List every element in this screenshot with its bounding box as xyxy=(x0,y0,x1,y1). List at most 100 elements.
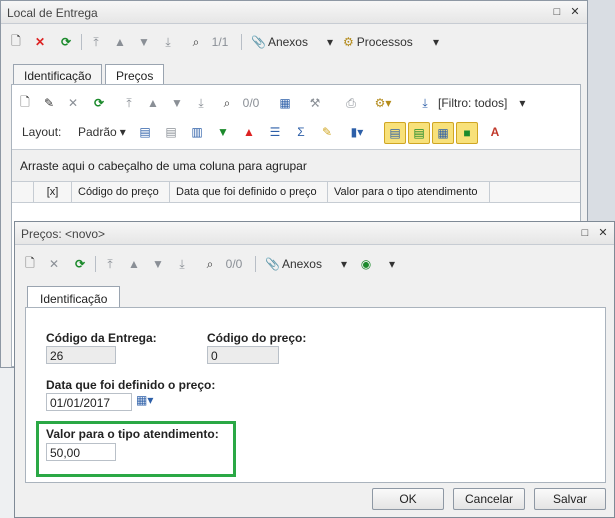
attachments-label: Anexos xyxy=(281,257,322,271)
chevron-down-icon[interactable]: ▾ xyxy=(427,32,445,52)
columns-icon[interactable]: ▥ xyxy=(188,122,206,142)
first-icon[interactable]: ⤒ xyxy=(101,254,119,274)
data-definido-field[interactable]: 01/01/2017 xyxy=(46,393,132,411)
filter-icon[interactable]: ⤓ xyxy=(416,93,434,113)
save-layout-icon[interactable]: ▤ xyxy=(136,122,154,142)
delete-layout-icon[interactable]: ▤ xyxy=(162,122,180,142)
highlight-icon[interactable]: ✎ xyxy=(318,122,336,142)
codigo-entrega-label: Código da Entrega: xyxy=(46,331,157,345)
layout-dropdown[interactable]: Padrão ▾ xyxy=(78,122,126,142)
export-icon[interactable]: ▼ xyxy=(214,122,232,142)
group-panel: Arraste aqui o cabeçalho de uma coluna p… xyxy=(12,149,580,182)
tab-identificacao[interactable]: Identificação xyxy=(13,64,103,86)
delete-icon[interactable]: ✕ xyxy=(64,93,82,113)
print-icon[interactable]: ⎙ xyxy=(342,93,360,113)
row-indicator-header xyxy=(12,182,34,202)
view-yellow-icon[interactable]: ▦ xyxy=(432,122,454,144)
tab-precos[interactable]: Preços xyxy=(105,64,165,86)
window-title: Local de Entrega xyxy=(7,6,98,20)
tab-label: Identificação xyxy=(24,69,92,83)
close-icon[interactable]: ✕ xyxy=(568,5,582,19)
ok-label: OK xyxy=(399,492,417,506)
processes-label: Processos xyxy=(356,35,413,49)
next-icon[interactable]: ▼ xyxy=(168,93,186,113)
import-icon[interactable]: ▲ xyxy=(240,122,258,142)
restore-icon[interactable]: □ xyxy=(578,226,592,240)
column-header[interactable]: [x] xyxy=(34,182,72,202)
binoculars-icon[interactable]: ⌕ xyxy=(187,32,205,52)
column-header[interactable]: Data que foi definido o preço xyxy=(170,182,328,202)
chart-icon[interactable]: ▮▾ xyxy=(348,122,366,142)
process-icon[interactable]: ⚙▾ xyxy=(374,93,392,113)
refresh-icon[interactable]: ⟳ xyxy=(57,32,75,52)
tools-icon[interactable]: ⚒ xyxy=(306,93,324,113)
next-icon[interactable]: ▼ xyxy=(149,254,167,274)
separator xyxy=(81,34,82,50)
first-icon[interactable]: ⤒ xyxy=(87,32,105,52)
record-position: 1/1 xyxy=(211,35,229,49)
cancel-label: Cancelar xyxy=(464,492,514,506)
edit-icon[interactable]: ✎ xyxy=(40,93,58,113)
column-header[interactable]: Valor para o tipo atendimento xyxy=(328,182,490,202)
refresh-icon[interactable]: ⟳ xyxy=(71,254,89,274)
prev-icon[interactable]: ▲ xyxy=(111,32,129,52)
main-toolbar: 🗋 ✕ ⟳ ⤒ ▲ ▼ ⤓ ⌕ 1/1 📎 Anexos ▾ ⚙ Process… xyxy=(1,28,587,56)
binoculars-icon[interactable]: ⌕ xyxy=(218,93,236,113)
refresh-icon[interactable]: ⟳ xyxy=(90,93,108,113)
codigo-preco-field[interactable]: 0 xyxy=(207,346,279,364)
layout-toolbar: Layout: Padrão ▾ ▤ ▤ ▥ ▼ ▲ ☰ Σ ✎ ▮▾ ▤ ▤ … xyxy=(12,118,580,146)
new-icon[interactable]: 🗋 xyxy=(21,254,39,274)
record-position: 0/0 xyxy=(225,257,243,271)
cancel-button[interactable]: Cancelar xyxy=(453,488,525,510)
calendar-icon[interactable]: ▦▾ xyxy=(136,393,164,411)
dialog-title: Preços: <novo> xyxy=(21,227,106,241)
first-icon[interactable]: ⤒ xyxy=(120,93,138,113)
last-icon[interactable]: ⤓ xyxy=(159,32,177,52)
chevron-down-icon[interactable]: ▾ xyxy=(321,32,339,52)
paperclip-icon: 📎 xyxy=(265,257,280,271)
separator xyxy=(95,256,96,272)
group-icon[interactable]: ☰ xyxy=(266,122,284,142)
globe-icon[interactable]: ◉ xyxy=(357,254,375,274)
paperclip-icon: 📎 xyxy=(251,35,266,49)
layout-label: Layout: xyxy=(22,125,62,139)
delete-icon[interactable]: ✕ xyxy=(45,254,63,274)
view-green-icon[interactable]: ▤ xyxy=(408,122,430,144)
restore-icon[interactable]: □ xyxy=(550,5,564,19)
chevron-down-icon[interactable]: ▾ xyxy=(335,254,353,274)
ok-button[interactable]: OK xyxy=(372,488,444,510)
next-icon[interactable]: ▼ xyxy=(135,32,153,52)
new-icon[interactable]: 🗋 xyxy=(16,93,34,113)
precos-dialog: Preços: <novo> □ ✕ 🗋 ✕ ⟳ ⤒ ▲ ▼ ⤓ ⌕ 0/0 📎… xyxy=(14,221,615,518)
last-icon[interactable]: ⤓ xyxy=(173,254,191,274)
new-icon[interactable]: 🗋 xyxy=(7,32,25,52)
codigo-preco-label: Código do preço: xyxy=(207,331,307,345)
highlight-box xyxy=(36,421,236,477)
sum-icon[interactable]: Σ xyxy=(292,122,310,142)
save-button[interactable]: Salvar xyxy=(534,488,606,510)
codigo-entrega-field[interactable]: 26 xyxy=(46,346,116,364)
delete-icon[interactable]: ✕ xyxy=(31,32,49,52)
attachments-button[interactable]: 📎 Anexos xyxy=(265,254,322,274)
close-icon[interactable]: ✕ xyxy=(596,226,610,240)
separator xyxy=(241,34,242,50)
data-definido-label: Data que foi definido o preço: xyxy=(46,378,216,392)
processes-button[interactable]: ⚙ Processos xyxy=(343,32,413,52)
chevron-down-icon: ▾ xyxy=(119,125,126,139)
view-normal-icon[interactable]: ▤ xyxy=(384,122,406,144)
last-icon[interactable]: ⤓ xyxy=(192,93,210,113)
group-hint: Arraste aqui o cabeçalho de uma coluna p… xyxy=(20,159,307,173)
binoculars-icon[interactable]: ⌕ xyxy=(201,254,219,274)
view-filled-icon[interactable]: ■ xyxy=(456,122,478,144)
grid-view-icon[interactable]: ▦ xyxy=(276,93,294,113)
prev-icon[interactable]: ▲ xyxy=(144,93,162,113)
dialog-titlebar: Preços: <novo> □ ✕ xyxy=(15,222,614,245)
save-label: Salvar xyxy=(552,492,587,506)
attachments-button[interactable]: 📎 Anexos xyxy=(251,32,308,52)
column-header[interactable]: Código do preço xyxy=(72,182,170,202)
font-icon[interactable]: A xyxy=(486,122,504,142)
prev-icon[interactable]: ▲ xyxy=(125,254,143,274)
grid-toolbar: 🗋 ✎ ✕ ⟳ ⤒ ▲ ▼ ⤓ ⌕ 0/0 ▦ ⚒ ⎙ ⚙▾ ⤓ [Filtro… xyxy=(12,89,580,117)
filter-dropdown[interactable]: [Filtro: todos] ▾ xyxy=(438,93,525,113)
chevron-down-icon[interactable]: ▾ xyxy=(383,254,401,274)
